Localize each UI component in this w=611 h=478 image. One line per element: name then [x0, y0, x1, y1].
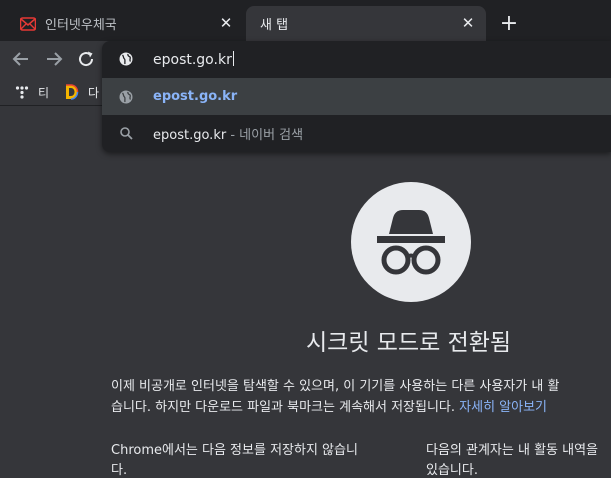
- search-icon: [118, 125, 134, 141]
- epost-icon: [20, 16, 36, 32]
- not-saved-heading: Chrome에서는 다음 정보를 저장하지 않습니 다.: [111, 441, 358, 478]
- bookmark-label: 다: [88, 85, 100, 100]
- heading-line: Chrome에서는 다음 정보를 저장하지 않습니: [111, 443, 358, 458]
- forward-icon[interactable]: [42, 47, 66, 71]
- page-title: 시크릿 모드로 전환됨: [306, 330, 512, 356]
- new-tab-button[interactable]: +: [496, 11, 522, 37]
- back-icon[interactable]: [9, 47, 33, 71]
- suggestion-query: epost.go.kr: [153, 127, 227, 143]
- tistory-icon: [14, 84, 30, 100]
- bookmark-label: 티: [38, 85, 50, 100]
- heading-line: 다.: [111, 463, 128, 478]
- description-text: 습니다. 하지만 다운로드 파일과 북마크는 계속해서 저장됩니다.: [111, 400, 460, 415]
- address-bar-input[interactable]: epost.go.kr: [102, 41, 611, 77]
- omnibox-dropdown: epost.go.kr epost.go.kr epost.go.kr - 네이…: [102, 41, 611, 152]
- incognito-description: 이제 비공개로 인터넷을 탐색할 수 있으며, 이 기기를 사용하는 다른 사용…: [111, 379, 560, 394]
- tab-title: 새 탭: [260, 18, 289, 33]
- heading-line: 있습니다.: [426, 463, 478, 478]
- reload-icon[interactable]: [74, 47, 98, 71]
- close-icon[interactable]: ✕: [458, 14, 478, 34]
- incognito-icon: [351, 182, 471, 302]
- suggestion-item[interactable]: epost.go.kr - 네이버 검색: [102, 115, 611, 151]
- tab-strip: 인터넷우체국 ✕ 새 탭 ✕ +: [0, 0, 611, 41]
- heading-line: 다음의 관계자는 내 활동 내역을: [426, 443, 599, 458]
- tab-epost[interactable]: 인터넷우체국 ✕: [8, 6, 244, 41]
- address-text: epost.go.kr: [153, 51, 232, 68]
- close-icon[interactable]: ✕: [216, 14, 236, 34]
- learn-more-link[interactable]: 자세히 알아보기: [459, 400, 547, 415]
- globe-icon: [118, 89, 134, 105]
- globe-icon: [118, 51, 134, 67]
- bookmark-item[interactable]: 티: [14, 82, 49, 102]
- suggestion-item[interactable]: epost.go.kr: [102, 78, 611, 115]
- daum-icon: [64, 84, 80, 100]
- bookmark-item[interactable]: 다: [64, 82, 99, 102]
- text-caret: [232, 50, 234, 66]
- tab-title: 인터넷우체국: [45, 18, 117, 33]
- incognito-description: 습니다. 하지만 다운로드 파일과 북마크는 계속해서 저장됩니다. 자세히 알…: [111, 398, 547, 418]
- visible-to-heading: 다음의 관계자는 내 활동 내역을 있습니다.: [426, 441, 598, 478]
- suggestion-provider: - 네이버 검색: [226, 127, 304, 143]
- suggestion-url: epost.go.kr: [153, 89, 238, 104]
- tab-new-tab[interactable]: 새 탭 ✕: [246, 6, 486, 41]
